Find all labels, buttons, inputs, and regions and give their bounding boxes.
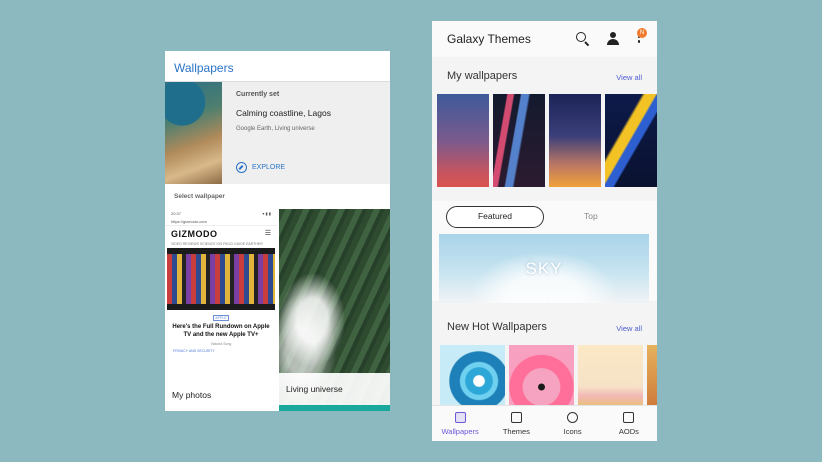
galaxy-themes-screen: Galaxy Themes N My wallpapers View all F…	[432, 21, 657, 441]
nav-tab-icons[interactable]: Icons	[545, 406, 601, 441]
hot-wallpaper-thumbnail[interactable]	[440, 345, 505, 405]
new-hot-wallpapers-section: New Hot Wallpapers View all	[432, 311, 657, 405]
mini-status-icons: ▾ ▮ ▮	[262, 211, 271, 216]
mini-time: 20:37	[171, 211, 182, 216]
my-wallpapers-view-all[interactable]: View all	[616, 73, 642, 82]
wallpaper-thumbnail[interactable]	[549, 94, 601, 187]
featured-section: Featured Top SKY	[432, 201, 657, 303]
article-footer-label: PRIVACY AND SECURITY	[173, 349, 215, 353]
featured-banner[interactable]: SKY	[439, 234, 649, 303]
carousel-dot	[542, 296, 546, 299]
new-hot-heading: New Hot Wallpapers	[447, 321, 547, 333]
mini-url-bar: https://gizmodo.com	[165, 218, 277, 226]
account-icon[interactable]	[605, 31, 621, 47]
wallpaper-thumbnail[interactable]	[493, 94, 545, 187]
nav-tab-label: AODs	[618, 427, 639, 436]
nav-tab-themes[interactable]: Themes	[488, 406, 544, 441]
wallpaper-name: Calming coastline, Lagos	[236, 108, 331, 118]
mini-status-bar: 20:37 ▾ ▮ ▮	[165, 209, 277, 218]
compass-icon	[236, 162, 247, 173]
explore-label: EXPLORE	[252, 164, 286, 171]
nav-tab-aods[interactable]: AODs	[601, 406, 657, 441]
nav-tab-label: Wallpapers	[441, 427, 479, 436]
banner-title: SKY	[525, 259, 563, 278]
living-universe-caption: Living universe	[279, 373, 390, 405]
nav-tab-wallpapers[interactable]: Wallpapers	[432, 406, 488, 441]
tile-accent-bar	[279, 405, 390, 411]
explore-button[interactable]: EXPLORE	[236, 162, 285, 173]
notification-badge: N	[637, 28, 647, 38]
hot-wallpaper-thumbnail[interactable]	[647, 345, 657, 405]
article-headline: Here's the Full Rundown on Apple TV and …	[172, 324, 270, 338]
wallpaper-thumbnail[interactable]	[605, 94, 657, 187]
select-wallpaper-label: Select wallpaper	[174, 193, 225, 200]
mini-site-header: GIZMODO ☰	[165, 226, 277, 242]
article-tag: APPLE	[213, 315, 229, 321]
my-wallpapers-heading: My wallpapers	[447, 70, 518, 82]
search-icon[interactable]	[575, 31, 591, 47]
my-photos-tile[interactable]: 20:37 ▾ ▮ ▮ https://gizmodo.com GIZMODO …	[165, 209, 277, 411]
current-wallpaper-card[interactable]: Currently set Calming coastline, Lagos G…	[165, 82, 390, 184]
image-icon	[454, 412, 466, 423]
article-byline: Victoria Song	[210, 342, 232, 346]
icons-icon	[567, 412, 579, 423]
carousel-dot	[534, 296, 538, 299]
nav-tab-label: Icons	[563, 427, 582, 436]
tab-featured[interactable]: Featured	[446, 206, 544, 228]
carousel-dot	[526, 296, 530, 299]
hamburger-icon: ☰	[264, 230, 271, 237]
my-photos-caption: My photos	[165, 379, 277, 411]
new-hot-view-all[interactable]: View all	[616, 324, 642, 333]
brush-icon	[510, 412, 522, 423]
hot-wallpaper-thumbnail[interactable]	[509, 345, 574, 405]
nav-tab-label: Themes	[502, 427, 530, 436]
clock-screen-icon	[623, 412, 635, 423]
carousel-dot	[550, 296, 554, 299]
page-title: Wallpapers	[165, 51, 390, 82]
current-wallpaper-thumbnail[interactable]	[165, 82, 222, 184]
carousel-indicator	[439, 296, 649, 299]
app-header: Galaxy Themes N	[432, 21, 657, 57]
hot-wallpaper-thumbnail[interactable]	[578, 345, 643, 405]
gizmodo-logo: GIZMODO	[171, 229, 218, 239]
wallpapers-screen: Wallpapers Currently set Calming coastli…	[165, 51, 390, 411]
wallpaper-thumbnail[interactable]	[437, 94, 489, 187]
bottom-navigation: Wallpapers Themes Icons AODs	[432, 405, 657, 441]
currently-set-label: Currently set	[236, 91, 280, 98]
living-universe-tile[interactable]: Living universe	[279, 209, 390, 411]
carousel-dot	[558, 296, 562, 299]
app-title: Galaxy Themes	[447, 32, 531, 46]
wallpaper-source: Google Earth, Living universe	[236, 126, 315, 132]
my-wallpapers-section: My wallpapers View all	[432, 57, 657, 195]
tab-top[interactable]: Top	[584, 211, 598, 221]
article-image	[167, 248, 275, 310]
